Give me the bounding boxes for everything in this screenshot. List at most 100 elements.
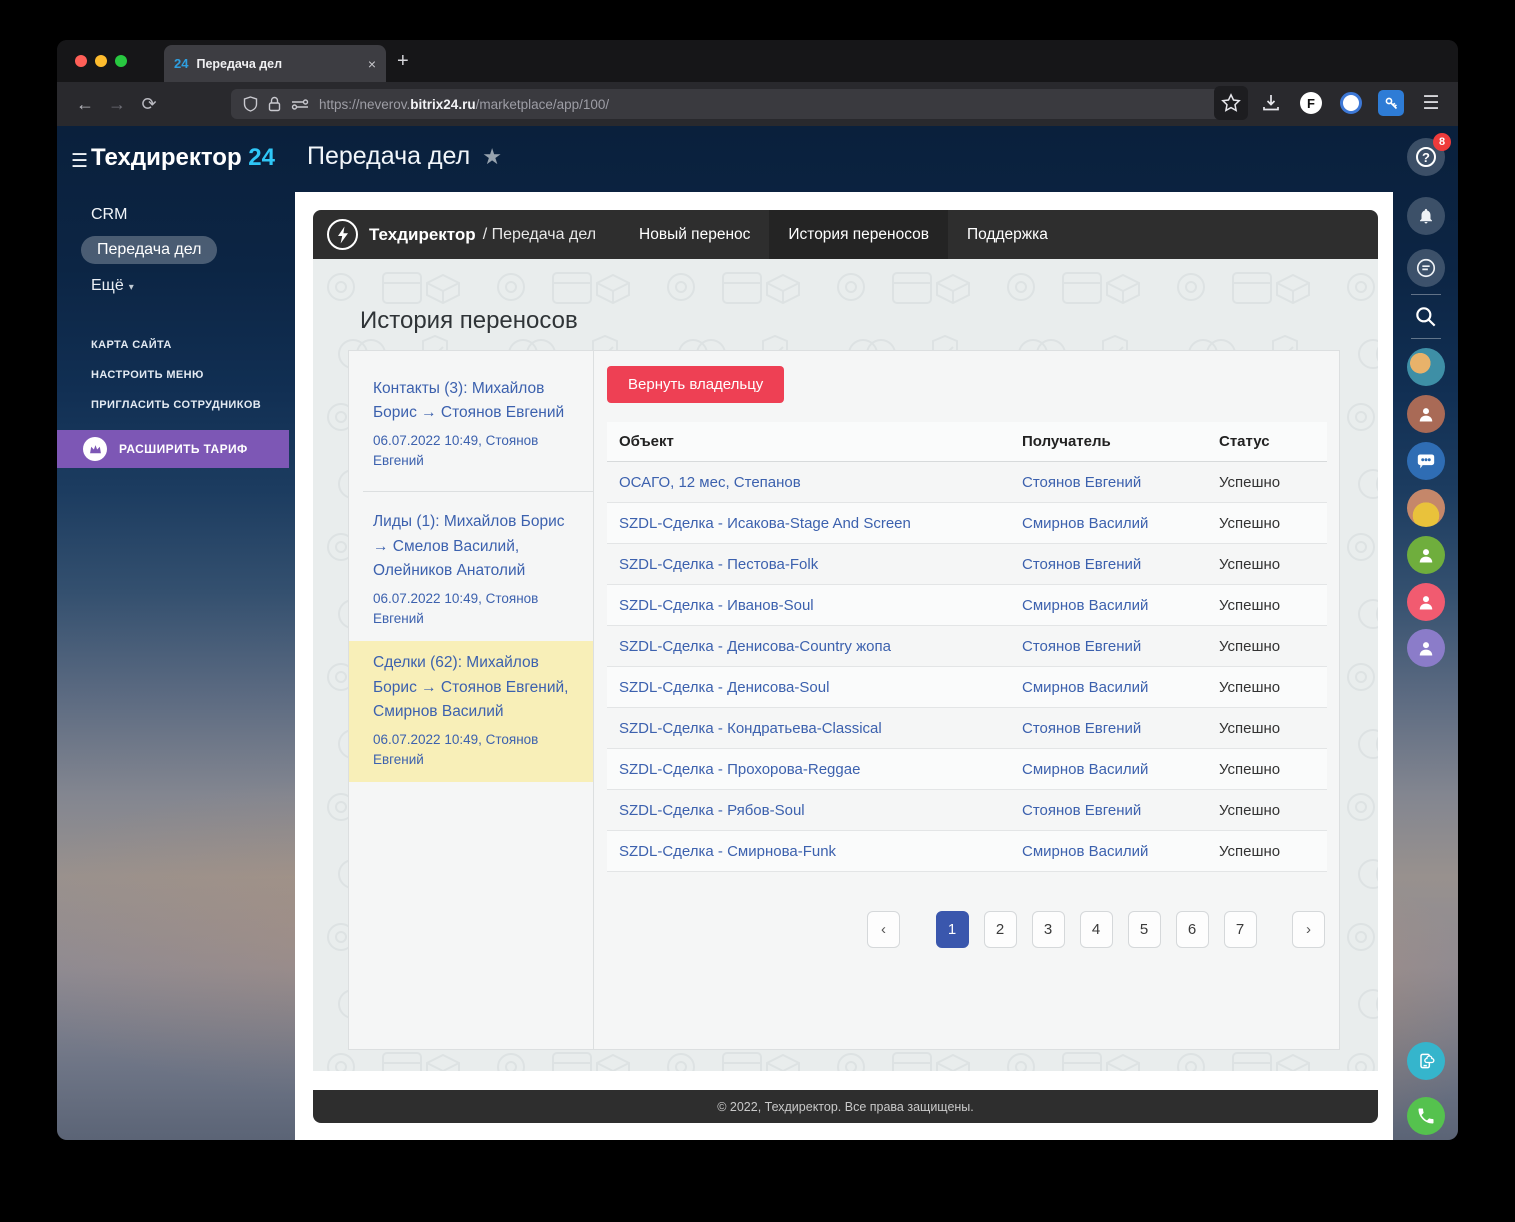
object-link[interactable]: SZDL-Сделка - Исакова-Stage And Screen [607,515,1022,532]
new-tab-button[interactable]: + [397,50,409,73]
object-link[interactable]: SZDL-Сделка - Кондратьева-Classical [607,720,1022,737]
history-panel: Контакты (3): Михайлов Борис → Стоянов Е… [348,350,1340,1050]
object-link[interactable]: SZDL-Сделка - Иванов-Soul [607,597,1022,614]
extension-f-icon[interactable]: F [1294,86,1328,120]
user-avatar[interactable] [1407,583,1445,621]
transfer-table: Объект Получатель Статус ОСАГО, 12 мес, … [607,422,1327,872]
object-link[interactable]: SZDL-Сделка - Денисова-Soul [607,679,1022,696]
copyright-text: © 2022, Техдиректор. Все права защищены. [717,1099,974,1114]
return-to-owner-button[interactable]: Вернуть владельцу [607,366,785,403]
app-nav-history[interactable]: История переносов [769,210,949,259]
user-avatar[interactable] [1407,395,1445,433]
back-icon[interactable]: ← [69,94,101,115]
history-list-item[interactable]: Лиды (1): Михайлов Борис → Смелов Васили… [349,500,593,641]
recipient-link[interactable]: Стоянов Евгений [1022,556,1219,573]
favorite-star-icon[interactable]: ★ [482,144,502,170]
app-nav-new-transfer[interactable]: Новый перенос [620,210,769,259]
permissions-icon[interactable] [291,98,309,110]
object-link[interactable]: SZDL-Сделка - Рябов-Soul [607,802,1022,819]
help-button[interactable]: ? 8 [1407,133,1451,176]
close-window-button[interactable] [75,55,87,67]
pagination-page-button[interactable]: 7 [1223,911,1257,948]
phone-call-button[interactable] [1407,1097,1445,1135]
forward-icon[interactable]: → [101,94,133,115]
browser-window: 24 Передача дел × + ← → ⟳ https://nevero… [57,40,1458,1140]
bookmark-star-icon[interactable] [1214,86,1248,120]
recipient-link[interactable]: Стоянов Евгений [1022,474,1219,491]
lock-icon[interactable] [268,96,281,112]
app-area: Техдиректор / Передача дел Новый перенос… [295,192,1393,1140]
downloads-icon[interactable] [1254,86,1288,120]
pagination-page-button[interactable]: 4 [1079,911,1113,948]
extension-blocker-icon[interactable] [1334,86,1368,120]
object-link[interactable]: SZDL-Сделка - Пестова-Folk [607,556,1022,573]
user-avatar[interactable] [1407,348,1445,386]
recipient-link[interactable]: Стоянов Евгений [1022,720,1219,737]
pagination-page-button[interactable]: 1 [935,911,969,948]
status-text: Успешно [1219,842,1281,860]
expand-tariff-button[interactable]: РАСШИРИТЬ ТАРИФ [57,430,289,468]
app-nav-support[interactable]: Поддержка [948,210,1067,259]
table-row: SZDL-Сделка - Рябов-Soul Стоянов Евгений У… [607,790,1327,831]
status-text: Успешно [1219,760,1281,778]
recipient-link[interactable]: Смирнов Василий [1022,515,1219,532]
pagination-page-button[interactable]: 2 [983,911,1017,948]
browser-tab[interactable]: 24 Передача дел × [164,45,386,82]
object-link[interactable]: SZDL-Сделка - Смирнова-Funk [607,843,1022,860]
url-text[interactable]: https://neverov.bitrix24.ru/marketplace/… [319,97,609,112]
history-list: Контакты (3): Михайлов Борис → Стоянов Е… [349,351,594,1049]
object-link[interactable]: ОСАГО, 12 мес, Степанов [607,474,1022,491]
pagination-page-button[interactable]: 6 [1175,911,1209,948]
pagination-prev-button[interactable]: ‹ [867,911,900,948]
sidebar-link-invite[interactable]: ПРИГЛАСИТЬ СОТРУДНИКОВ [57,390,289,420]
sidebar-link-sitemap[interactable]: КАРТА САЙТА [57,330,289,360]
user-avatar[interactable] [1407,489,1445,527]
address-bar[interactable]: https://neverov.bitrix24.ru/marketplace/… [231,89,1237,119]
shield-icon[interactable] [243,96,258,112]
sidebar-link-configure-menu[interactable]: НАСТРОИТЬ МЕНЮ [57,360,289,390]
sidebar-hamburger-icon[interactable]: ☰ [71,150,89,173]
mobile-app-button[interactable] [1407,1042,1445,1080]
divider [363,491,593,493]
recipient-link[interactable]: Стоянов Евгений [1022,638,1219,655]
table-row: SZDL-Сделка - Пестова-Folk Стоянов Евгени… [607,544,1327,585]
divider [1411,338,1441,339]
sidebar-item-active[interactable]: Передача дел [81,236,218,264]
bitrix24-favicon: 24 [174,56,189,71]
pagination-next-button[interactable]: › [1292,911,1325,948]
recipient-link[interactable]: Смирнов Василий [1022,843,1219,860]
window-controls[interactable] [75,55,127,67]
reload-icon[interactable]: ⟳ [133,94,165,115]
crown-icon [83,437,107,461]
group-chat-avatar[interactable] [1407,442,1445,480]
app-footer: © 2022, Техдиректор. Все права защищены. [313,1090,1378,1123]
app-brand[interactable]: Техдиректор [369,225,476,245]
recipient-link[interactable]: Смирнов Василий [1022,597,1219,614]
minimize-window-button[interactable] [95,55,107,67]
zoom-window-button[interactable] [115,55,127,67]
page-title: Передача дел ★ [307,142,502,170]
recipient-link[interactable]: Стоянов Евгений [1022,802,1219,819]
password-key-icon[interactable] [1374,86,1408,120]
portal-header: ☰ Техдиректор 24 Передача дел ★ [57,126,1458,198]
history-list-item[interactable]: Контакты (3): Михайлов Борис → Стоянов Е… [349,367,593,483]
menu-hamburger-icon[interactable]: ☰ [1414,86,1448,120]
messenger-icon[interactable] [1407,249,1445,287]
search-icon[interactable] [1413,304,1439,335]
chevron-down-icon: ▾ [128,282,134,293]
user-avatar[interactable] [1407,629,1445,667]
pagination-page-button[interactable]: 3 [1031,911,1065,948]
object-link[interactable]: SZDL-Сделка - Денисова-Country жопа [607,638,1022,655]
tab-close-icon[interactable]: × [368,56,376,72]
page-viewport: ☰ Техдиректор 24 Передача дел ★ CRM Пере… [57,126,1458,1140]
history-list-item-selected[interactable]: Сделки (62): Михайлов Борис → Стоянов Ев… [349,641,593,783]
portal-logo[interactable]: Техдиректор 24 [91,144,275,172]
object-link[interactable]: SZDL-Сделка - Прохорова-Reggae [607,761,1022,778]
sidebar-item-more[interactable]: Ещё ▾ [57,268,289,304]
recipient-link[interactable]: Смирнов Василий [1022,679,1219,696]
pagination-page-button[interactable]: 5 [1127,911,1161,948]
sidebar-item-crm[interactable]: CRM [57,198,289,232]
user-avatar[interactable] [1407,536,1445,574]
recipient-link[interactable]: Смирнов Василий [1022,761,1219,778]
notifications-bell-icon[interactable] [1407,197,1445,235]
